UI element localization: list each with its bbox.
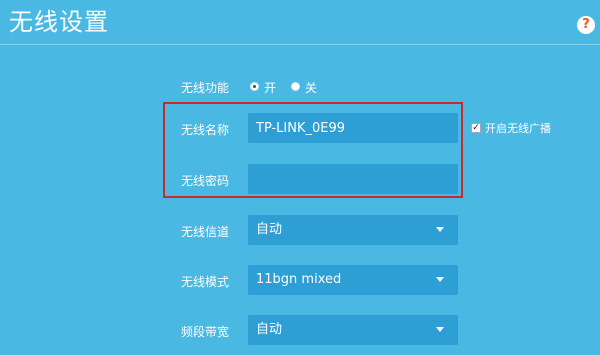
mode-label: 无线模式 — [181, 275, 230, 289]
radio-wireless-off[interactable] — [291, 82, 300, 91]
password-input[interactable] — [256, 164, 450, 194]
ssid-input-container[interactable] — [248, 113, 458, 143]
page-title: 无线设置 — [9, 8, 109, 36]
bandwidth-select[interactable]: 自动 — [248, 315, 458, 345]
bandwidth-label: 频段带宽 — [181, 325, 230, 339]
radio-wireless-on-label[interactable]: 开 — [264, 79, 276, 96]
broadcast-checkbox[interactable]: ✓ — [471, 123, 481, 133]
password-input-container[interactable] — [248, 164, 458, 194]
channel-label: 无线信道 — [181, 225, 230, 239]
ssid-label: 无线名称 — [181, 123, 230, 137]
mode-select-value: 11bgn mixed — [256, 272, 342, 287]
mode-select[interactable]: 11bgn mixed — [248, 265, 458, 295]
channel-select-value: 自动 — [256, 222, 283, 237]
broadcast-checkbox-label[interactable]: 开启无线广播 — [485, 120, 551, 136]
ssid-input[interactable] — [256, 113, 450, 143]
channel-select[interactable]: 自动 — [248, 215, 458, 245]
help-icon[interactable]: ? — [577, 16, 595, 34]
chevron-down-icon — [436, 227, 444, 232]
bandwidth-select-value: 自动 — [256, 322, 283, 337]
title-divider — [0, 44, 600, 45]
radio-wireless-on[interactable] — [250, 82, 259, 91]
chevron-down-icon — [436, 327, 444, 332]
password-label: 无线密码 — [181, 174, 230, 188]
chevron-down-icon — [436, 277, 444, 282]
radio-wireless-off-label[interactable]: 关 — [305, 79, 317, 96]
wireless-function-label: 无线功能 — [181, 81, 230, 95]
